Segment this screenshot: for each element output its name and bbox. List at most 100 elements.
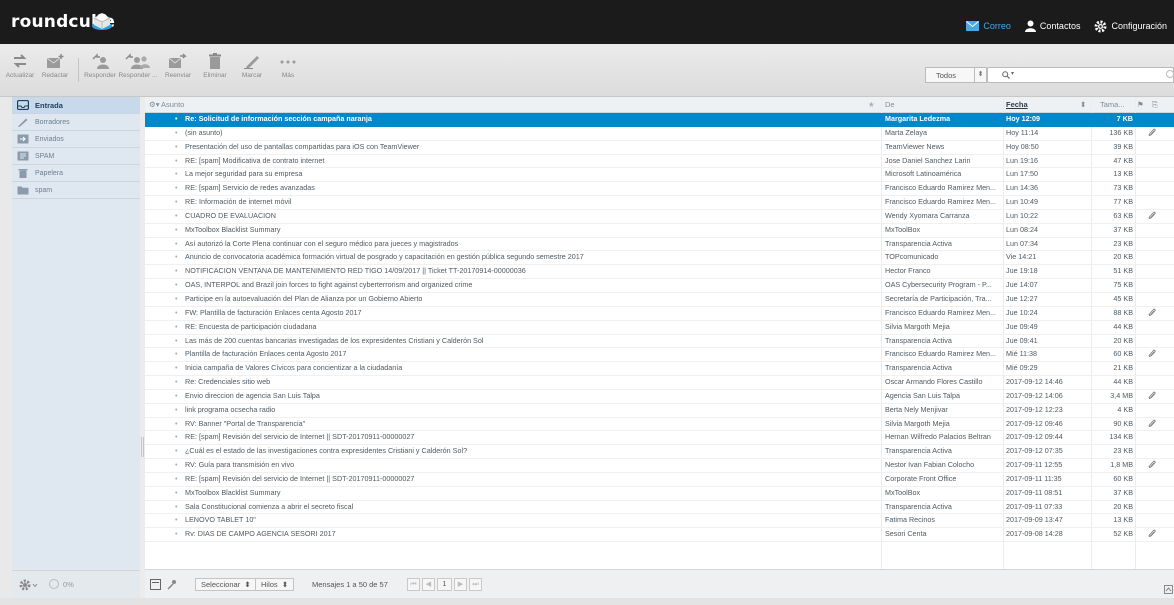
message-row[interactable]: • FW: Plantilla de facturación Enlaces ce…: [145, 307, 1174, 321]
search-options-caret-icon[interactable]: ▾: [1011, 70, 1014, 77]
message-row[interactable]: • RE: Información de internet móvil Franci…: [145, 196, 1174, 210]
message-row[interactable]: • Presentación del uso de pantallas compa…: [145, 141, 1174, 155]
message-from: Nestor Ivan Fabian Colocho: [885, 460, 975, 470]
folder-drafts[interactable]: Borradores: [12, 114, 140, 131]
status-bar: Seleccionar ⬍ Hilos ⬍ Mensajes 1 a 50 de…: [145, 569, 1174, 599]
message-row[interactable]: • LENOVO TABLET 10" Fatima Recinos 2017-09-…: [145, 514, 1174, 529]
message-row[interactable]: • RE: [spam] Servicio de redes avanzadas F…: [145, 182, 1174, 197]
filter-select-arrows-icon[interactable]: ⬍: [975, 67, 987, 83]
message-size: 1,8 MB: [1110, 460, 1133, 470]
message-row[interactable]: • MxToolbox Blacklist Summary MxToolBox 201…: [145, 487, 1174, 501]
unread-status-icon: •: [175, 169, 178, 179]
message-subject: link programa ocsecha radio: [185, 404, 276, 414]
folder-spam-system[interactable]: SPAM: [12, 148, 140, 165]
inbox-icon: [17, 100, 29, 110]
message-row[interactable]: • Anuncio de convocatoria académica forma…: [145, 251, 1174, 266]
message-row[interactable]: • Sala Constitucional comienza a abrir el…: [145, 501, 1174, 515]
delete-button[interactable]: Eliminar: [195, 53, 235, 87]
attachment-paperclip-icon: [1148, 348, 1160, 361]
unread-status-icon: •: [175, 197, 178, 207]
message-row[interactable]: • link programa ocsecha radio Berta Nely M…: [145, 404, 1174, 418]
message-date: Lun 10:49: [1006, 197, 1038, 207]
message-date: Hoy 11:14: [1006, 127, 1039, 137]
message-row[interactable]: • Re: Solicitud de información sección ca…: [145, 113, 1174, 127]
column-size[interactable]: Tama...: [1100, 97, 1125, 112]
message-row[interactable]: • RE: [spam] Revisión del servicio de Int…: [145, 473, 1174, 487]
nav-mail[interactable]: Correo: [959, 16, 1018, 36]
message-row[interactable]: • CUADRO DE EVALUACION Wendy Xyomara Carra…: [145, 210, 1174, 224]
flag-column-star-icon[interactable]: ★: [868, 97, 875, 112]
reply-all-button[interactable]: Responder ...: [118, 53, 158, 87]
message-row[interactable]: • Rv: DIAS DE CAMPO AGENCIA SESORI 2017 Se…: [145, 528, 1174, 543]
message-row[interactable]: • MxToolbox Blacklist Summary MxToolBox Lun…: [145, 224, 1174, 238]
message-from: Agencia San Luis Talpa: [885, 390, 960, 400]
reply-button[interactable]: Responder: [80, 53, 120, 87]
message-row[interactable]: • (sin asunto) Marta Zelaya Hoy 11:14 136 KB: [145, 127, 1174, 141]
refresh-button[interactable]: Actualizar: [0, 53, 40, 87]
message-row[interactable]: • RE: [spam] Modificativa de contrato int…: [145, 155, 1174, 169]
message-from: Margarita Ledezma: [885, 114, 951, 123]
mark-button[interactable]: Marcar: [232, 53, 272, 87]
sort-arrows-icon[interactable]: ⬍: [1080, 97, 1086, 112]
preview-pane-toggle-icon[interactable]: [1164, 585, 1173, 594]
folder-sent[interactable]: Enviados: [12, 131, 140, 148]
message-filter-select[interactable]: Todos: [925, 67, 975, 83]
column-date[interactable]: Fecha: [1006, 97, 1028, 112]
folder-trash[interactable]: Papelera: [12, 165, 140, 182]
message-size: 44 KB: [1113, 377, 1133, 387]
first-page-button[interactable]: ⏮: [407, 578, 420, 591]
top-header: roundcube Correo Contactos Configuración: [0, 0, 1174, 44]
message-row[interactable]: • Plantilla de facturación Enlaces centa …: [145, 348, 1174, 363]
nav-settings[interactable]: Configuración: [1087, 16, 1174, 36]
message-row[interactable]: • ¿Cuál es el estado de las investigacion…: [145, 445, 1174, 460]
attachment-column-icon[interactable]: ⎘: [1152, 97, 1158, 112]
last-page-button[interactable]: ⏭: [469, 578, 482, 591]
message-row[interactable]: • Participe en la autoevaluación del Plan…: [145, 293, 1174, 307]
message-row[interactable]: • RV: Guía para transmisión en vivo Nestor…: [145, 459, 1174, 473]
column-subject[interactable]: Asunto: [161, 97, 184, 112]
list-options-gear-icon[interactable]: ⚙▾: [149, 97, 160, 112]
search-icon[interactable]: [1002, 71, 1010, 79]
select-dropdown[interactable]: Seleccionar ⬍: [195, 578, 257, 591]
message-date: Mié 11:38: [1006, 349, 1038, 359]
page-number-input[interactable]: 1: [437, 578, 452, 591]
forward-button[interactable]: Reenviar: [158, 53, 198, 87]
search-reset-icon[interactable]: [1166, 70, 1174, 78]
folder-spam-user[interactable]: spam: [12, 182, 140, 199]
nav-contacts[interactable]: Contactos: [1018, 16, 1088, 36]
threads-dropdown[interactable]: Hilos ⬍: [255, 578, 295, 591]
folder-label: SPAM: [35, 152, 55, 160]
message-row[interactable]: • RV: Banner "Portal de Transparencia" Sil…: [145, 418, 1174, 432]
message-row[interactable]: • Las más de 200 cuentas bancarias invest…: [145, 335, 1174, 349]
message-row[interactable]: • Envio direccion de agencia San Luis Tal…: [145, 390, 1174, 404]
message-row[interactable]: • RE: Encuesta de participación ciudadana…: [145, 321, 1174, 335]
compose-button[interactable]: Redactar: [35, 53, 75, 87]
message-size: 39 KB: [1113, 141, 1133, 151]
message-from: Sesori Centa: [885, 529, 927, 539]
previous-page-button[interactable]: ◀: [422, 578, 435, 591]
message-row[interactable]: • La mejor seguridad para su empresa Micro…: [145, 168, 1174, 183]
reply-all-icon: [125, 53, 150, 69]
search-input[interactable]: [987, 67, 1174, 83]
folder-actions-gear-icon[interactable]: [19, 579, 39, 591]
select-label: Seleccionar: [201, 580, 241, 589]
column-from[interactable]: De: [885, 97, 895, 112]
message-size: 20 KB: [1113, 252, 1133, 262]
message-row[interactable]: • NOTIFICACION VENTANA DE MANTENIMIENTO R…: [145, 265, 1174, 280]
next-page-button[interactable]: ▶: [454, 578, 467, 591]
settings-gear-icon: [1094, 20, 1107, 32]
layout-toggle-icon[interactable]: [150, 579, 161, 590]
folder-inbox[interactable]: Entrada: [12, 97, 140, 114]
threads-expand-icon[interactable]: [167, 579, 177, 590]
message-row[interactable]: • Inicia campaña de Valores Cívicos para …: [145, 362, 1174, 377]
flag-column-icon[interactable]: ⚑: [1137, 97, 1144, 112]
message-row[interactable]: • OAS, INTERPOL and Brazil join forces to…: [145, 279, 1174, 293]
message-size: 134 KB: [1109, 432, 1133, 442]
more-button[interactable]: Más: [268, 53, 308, 87]
message-subject: RE: [spam] Revisión del servicio de Inte…: [185, 432, 415, 442]
message-row[interactable]: • Así autorizó la Corte Plena continuar c…: [145, 238, 1174, 252]
splitter-grip-icon: [141, 437, 144, 457]
message-row[interactable]: • Re: Credenciales sitio web Oscar Armando…: [145, 376, 1174, 390]
message-row[interactable]: • RE: [spam] Revisión del servicio de Int…: [145, 431, 1174, 446]
threads-label: Hilos: [261, 580, 278, 589]
